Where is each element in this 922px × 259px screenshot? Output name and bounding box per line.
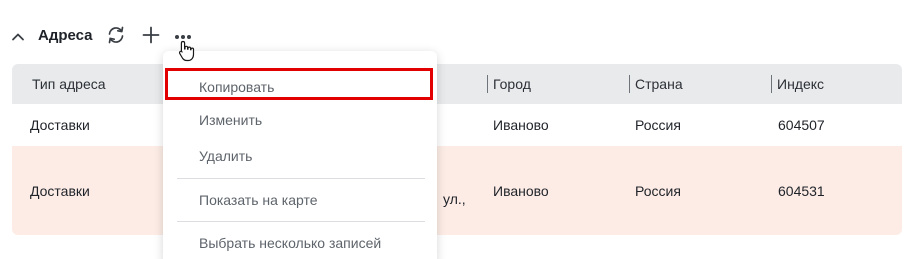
cell-index: 604531 [778, 183, 825, 199]
section-title: Адреса [38, 27, 93, 44]
column-header-country[interactable]: Страна [635, 64, 683, 104]
column-separator[interactable] [629, 75, 630, 93]
plus-icon [142, 26, 160, 44]
chevron-up-icon[interactable] [10, 29, 26, 45]
menu-item-label: Копировать [199, 79, 275, 95]
cell-country: Россия [635, 117, 681, 133]
menu-item-edit[interactable]: Изменить [163, 102, 437, 138]
refresh-icon [108, 26, 124, 44]
section-header: Адреса [0, 20, 300, 52]
cell-city: Иваново [493, 117, 549, 133]
cell-address-fragment: ул., [443, 191, 466, 207]
addresses-panel: Адреса Тип адреса Город Страна Индекс До… [0, 0, 922, 259]
add-button[interactable] [140, 24, 162, 46]
menu-item-label: Выбрать несколько записей [199, 235, 382, 251]
menu-item-delete[interactable]: Удалить [163, 138, 437, 174]
menu-divider [177, 221, 425, 222]
menu-divider [177, 178, 425, 179]
column-header-index[interactable]: Индекс [777, 64, 824, 104]
cell-city: Иваново [493, 183, 549, 199]
menu-item-label: Показать на карте [199, 192, 318, 208]
table-row-selected[interactable]: Доставки ул., Иваново Россия 604531 [12, 146, 902, 235]
menu-item-copy[interactable]: Копировать [165, 68, 433, 100]
cell-type: Доставки [30, 117, 90, 133]
cell-index: 604507 [778, 117, 825, 133]
column-separator[interactable] [771, 75, 772, 93]
menu-item-label: Изменить [199, 112, 263, 128]
menu-item-select-multiple[interactable]: Выбрать несколько записей [163, 225, 437, 259]
menu-item-show-on-map[interactable]: Показать на карте [163, 182, 437, 218]
cell-type: Доставки [30, 183, 90, 199]
column-header-city[interactable]: Город [493, 64, 531, 104]
table-header: Тип адреса Город Страна Индекс [12, 64, 902, 104]
refresh-button[interactable] [105, 24, 127, 46]
table-row[interactable]: Доставки Иваново Россия 604507 [12, 104, 902, 146]
addresses-table: Тип адреса Город Страна Индекс Доставки … [12, 64, 902, 235]
menu-item-label: Удалить [199, 148, 253, 164]
column-separator[interactable] [487, 75, 488, 93]
hand-pointer-icon [178, 40, 195, 62]
context-menu: Копировать Изменить Удалить Показать на … [163, 51, 437, 259]
column-header-type[interactable]: Тип адреса [32, 64, 106, 104]
cell-country: Россия [635, 183, 681, 199]
